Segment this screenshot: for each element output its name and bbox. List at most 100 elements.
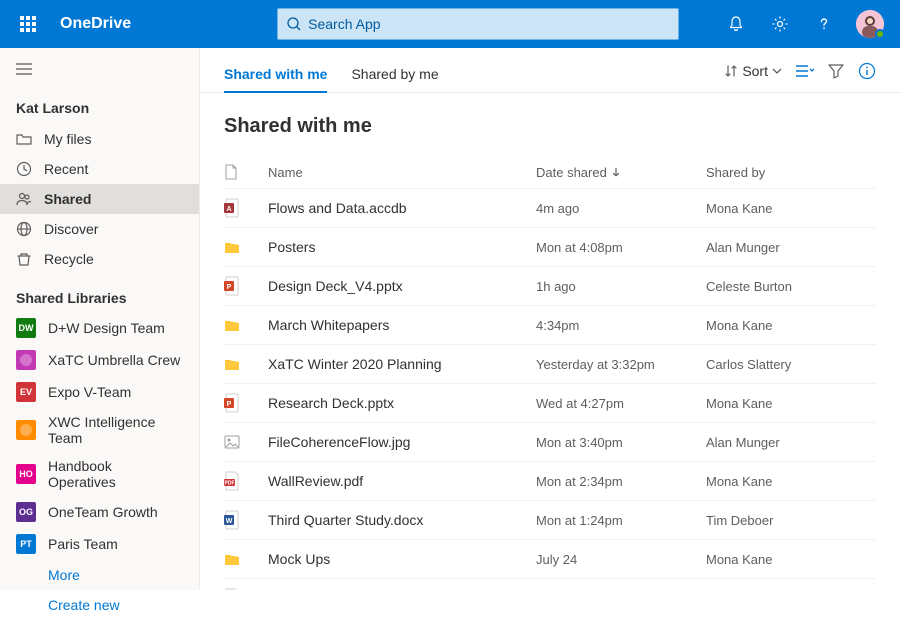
column-shared-by[interactable]: Shared by	[706, 165, 876, 180]
date-shared: 4m ago	[536, 201, 706, 216]
help-button[interactable]	[804, 4, 844, 44]
file-type-icon	[224, 549, 268, 569]
library-item[interactable]: EVExpo V-Team	[0, 376, 199, 408]
tab-shared-by-me[interactable]: Shared by me	[351, 58, 438, 92]
account-avatar[interactable]	[856, 10, 884, 38]
file-name: FileCoherenceFlow.jpg	[268, 434, 536, 450]
file-type-icon: P	[224, 393, 268, 413]
table-row[interactable]: March Whitepapers 4:34pm Mona Kane	[224, 305, 876, 344]
tab-shared-with-me[interactable]: Shared with me	[224, 58, 327, 92]
column-icon[interactable]	[224, 164, 268, 180]
date-shared: Yesterday at 3:32pm	[536, 357, 706, 372]
hamburger-icon	[16, 63, 32, 75]
library-item[interactable]: HOHandbook Operatives	[0, 452, 199, 496]
table-row[interactable]: P Research Deck.pptx Wed at 4:27pm Mona …	[224, 383, 876, 422]
shared-by: Celeste Burton	[706, 279, 876, 294]
shared-by: Tim Deboer	[706, 513, 876, 528]
more-link[interactable]: More	[0, 560, 199, 590]
globe-icon	[16, 221, 32, 237]
info-button[interactable]	[858, 62, 876, 80]
search-input[interactable]	[308, 16, 670, 32]
gear-icon	[771, 15, 789, 33]
library-item[interactable]: XaTC Umbrella Crew	[0, 344, 199, 376]
library-item[interactable]: OGOneTeam Growth	[0, 496, 199, 528]
folder-icon	[16, 131, 32, 147]
file-name: Mock Ups	[268, 551, 536, 567]
library-label: D+W Design Team	[48, 320, 165, 336]
clock-icon	[16, 161, 32, 177]
nav-item-recent[interactable]: Recent	[0, 154, 199, 184]
svg-text:P: P	[227, 284, 232, 291]
search-icon	[286, 16, 302, 32]
waffle-icon	[20, 16, 36, 32]
nav-item-label: My files	[44, 131, 91, 147]
library-badge	[16, 420, 36, 440]
recycle-icon	[16, 251, 32, 267]
main: Shared with me Shared by me Sort	[200, 48, 900, 590]
svg-text:A: A	[226, 206, 231, 213]
bell-icon	[727, 15, 745, 33]
settings-button[interactable]	[760, 4, 800, 44]
info-icon	[858, 62, 876, 80]
create-new-link[interactable]: Create new	[0, 590, 199, 620]
library-item[interactable]: XWC Intelligence Team	[0, 408, 199, 452]
library-badge: OG	[16, 502, 36, 522]
library-item[interactable]: DWD+W Design Team	[0, 312, 199, 344]
svg-text:PDF: PDF	[225, 481, 235, 487]
sort-button[interactable]: Sort	[724, 63, 782, 79]
product-name: OneDrive	[56, 15, 139, 33]
library-badge: PT	[16, 534, 36, 554]
shared-by: Mona Kane	[706, 318, 876, 333]
date-shared: Mon at 4:08pm	[536, 240, 706, 255]
svg-text:P: P	[227, 401, 232, 408]
date-shared: 1h ago	[536, 279, 706, 294]
file-name: WallReview.pdf	[268, 473, 536, 489]
nav-item-label: Shared	[44, 191, 91, 207]
date-shared: 4:34pm	[536, 318, 706, 333]
filter-button[interactable]	[828, 63, 844, 79]
tabs-bar: Shared with me Shared by me Sort	[200, 48, 900, 93]
table-header: Name Date shared Shared by	[224, 156, 876, 188]
nav-item-recycle[interactable]: Recycle	[0, 244, 199, 274]
view-options-button[interactable]	[796, 64, 814, 78]
nav-item-label: Recent	[44, 161, 88, 177]
date-shared: Mon at 1:24pm	[536, 513, 706, 528]
search-box[interactable]	[277, 8, 679, 40]
shared-by: Mona Kane	[706, 552, 876, 567]
column-date[interactable]: Date shared	[536, 165, 706, 180]
table-row[interactable]: PDF WallReview.pdf Mon at 2:34pm Mona Ka…	[224, 461, 876, 500]
library-label: Paris Team	[48, 536, 118, 552]
notifications-button[interactable]	[716, 4, 756, 44]
arrow-down-icon	[611, 167, 621, 177]
library-item[interactable]: PT Paris Team	[0, 528, 199, 560]
file-name: Posters	[268, 239, 536, 255]
file-name: Third Quarter Study.docx	[268, 512, 536, 528]
table-row[interactable]: Mock Ups July 24 Mona Kane	[224, 539, 876, 578]
file-name: March Whitepapers	[268, 317, 536, 333]
shared-by: Mona Kane	[706, 201, 876, 216]
library-badge: EV	[16, 382, 36, 402]
nav-item-my-files[interactable]: My files	[0, 124, 199, 154]
table-row[interactable]: Posters Mon at 4:08pm Alan Munger	[224, 227, 876, 266]
table-row[interactable]: W Third Quarter Study.docx Mon at 1:24pm…	[224, 500, 876, 539]
libraries-header: Shared Libraries	[0, 274, 199, 312]
shared-by: Mona Kane	[706, 396, 876, 411]
table-row[interactable]: FileCoherenceFlow.jpg Mon at 3:40pm Alan…	[224, 422, 876, 461]
table-row[interactable]: P Design Deck_V4.pptx 1h ago Celeste Bur…	[224, 266, 876, 305]
nav-item-shared[interactable]: Shared	[0, 184, 199, 214]
nav-item-discover[interactable]: Discover	[0, 214, 199, 244]
hamburger-button[interactable]	[0, 54, 199, 86]
table-row[interactable]: A Flows and Data.accdb 4m ago Mona Kane	[224, 188, 876, 227]
app-launcher-button[interactable]	[8, 4, 48, 44]
library-badge: HO	[16, 464, 36, 484]
column-name[interactable]: Name	[268, 165, 536, 180]
table-row[interactable]: UeoD Transition Animation.mov July 23 Ce…	[224, 578, 876, 590]
date-shared: July 24	[536, 552, 706, 567]
topbar: OneDrive	[0, 0, 900, 48]
shared-by: Alan Munger	[706, 240, 876, 255]
file-icon	[224, 164, 238, 180]
table-row[interactable]: XaTC Winter 2020 Planning Yesterday at 3…	[224, 344, 876, 383]
people-icon	[16, 191, 32, 207]
chevron-down-icon	[772, 66, 782, 76]
file-type-icon	[224, 354, 268, 374]
